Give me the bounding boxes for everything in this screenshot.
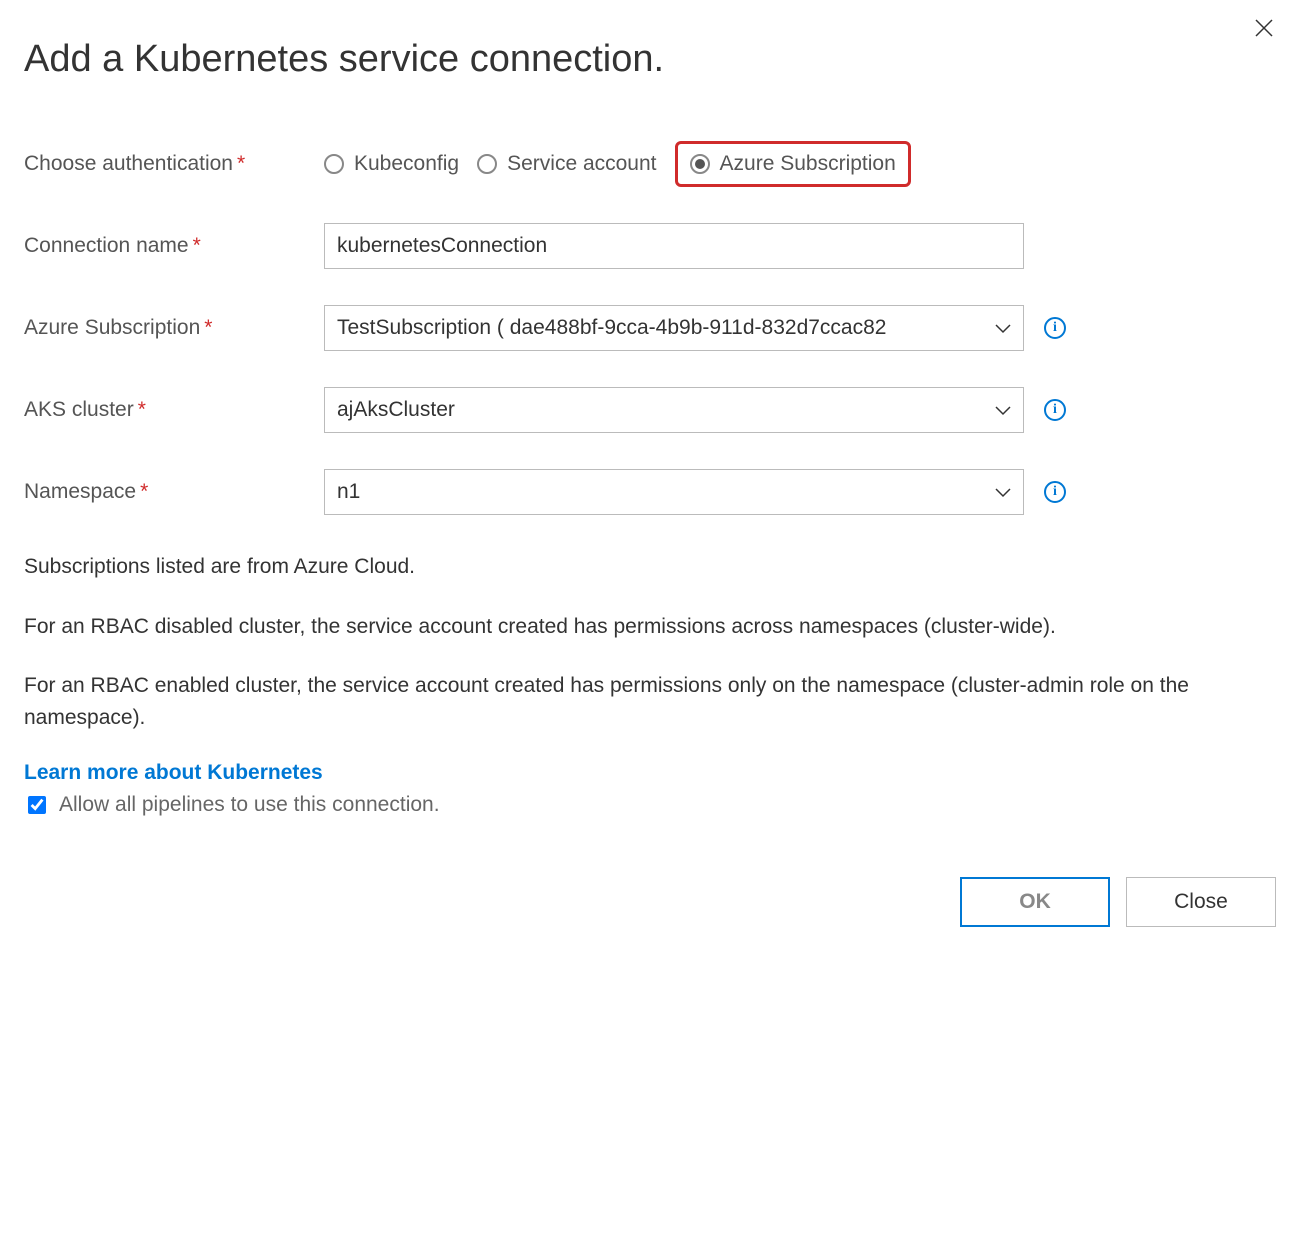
allow-pipelines-row: Allow all pipelines to use this connecti… [24, 793, 1276, 817]
radio-icon [477, 154, 497, 174]
namespace-select[interactable]: n1 [324, 469, 1024, 515]
note-subscriptions: Subscriptions listed are from Azure Clou… [24, 551, 1276, 583]
chevron-down-icon [995, 316, 1011, 340]
auth-radio-azure-subscription[interactable]: Azure Subscription [690, 152, 896, 176]
note-rbac-disabled: For an RBAC disabled cluster, the servic… [24, 611, 1276, 643]
connection-name-input[interactable] [324, 223, 1024, 269]
auth-radio-service-account[interactable]: Service account [477, 152, 656, 176]
aks-cluster-label: AKS cluster* [24, 398, 324, 422]
radio-icon [690, 154, 710, 174]
service-connection-dialog: Add a Kubernetes service connection. Cho… [0, 0, 1300, 951]
auth-radio-kubeconfig[interactable]: Kubeconfig [324, 152, 459, 176]
select-value: ajAksCluster [337, 398, 455, 422]
namespace-row: Namespace* n1 i [24, 469, 1276, 515]
auth-row: Choose authentication* Kubeconfig Servic… [24, 141, 1276, 187]
chevron-down-icon [995, 398, 1011, 422]
radio-icon [324, 154, 344, 174]
aks-cluster-row: AKS cluster* ajAksCluster i [24, 387, 1276, 433]
auth-radio-group: Kubeconfig Service account Azure Subscri… [324, 141, 911, 187]
azure-subscription-label: Azure Subscription* [24, 316, 324, 340]
ok-button[interactable]: OK [960, 877, 1110, 927]
info-icon[interactable]: i [1044, 399, 1066, 421]
auth-label: Choose authentication* [24, 152, 324, 176]
close-button[interactable]: Close [1126, 877, 1276, 927]
connection-name-row: Connection name* [24, 223, 1276, 269]
chevron-down-icon [995, 480, 1011, 504]
auth-radio-azure-highlight: Azure Subscription [675, 141, 911, 187]
radio-label: Kubeconfig [354, 152, 459, 176]
note-rbac-enabled: For an RBAC enabled cluster, the service… [24, 670, 1276, 733]
radio-label: Service account [507, 152, 656, 176]
select-value: TestSubscription ( dae488bf-9cca-4b9b-91… [337, 316, 886, 340]
info-icon[interactable]: i [1044, 317, 1066, 339]
namespace-label: Namespace* [24, 480, 324, 504]
aks-cluster-select[interactable]: ajAksCluster [324, 387, 1024, 433]
azure-subscription-row: Azure Subscription* TestSubscription ( d… [24, 305, 1276, 351]
select-value: n1 [337, 480, 360, 504]
learn-more-link[interactable]: Learn more about Kubernetes [24, 761, 323, 785]
azure-subscription-select[interactable]: TestSubscription ( dae488bf-9cca-4b9b-91… [324, 305, 1024, 351]
info-icon[interactable]: i [1044, 481, 1066, 503]
allow-pipelines-label: Allow all pipelines to use this connecti… [59, 793, 440, 817]
close-icon[interactable] [1250, 12, 1278, 46]
connection-name-label: Connection name* [24, 234, 324, 258]
allow-pipelines-checkbox[interactable] [28, 796, 46, 814]
dialog-buttons: OK Close [24, 877, 1276, 927]
radio-label: Azure Subscription [720, 152, 896, 176]
dialog-title: Add a Kubernetes service connection. [24, 38, 1276, 81]
